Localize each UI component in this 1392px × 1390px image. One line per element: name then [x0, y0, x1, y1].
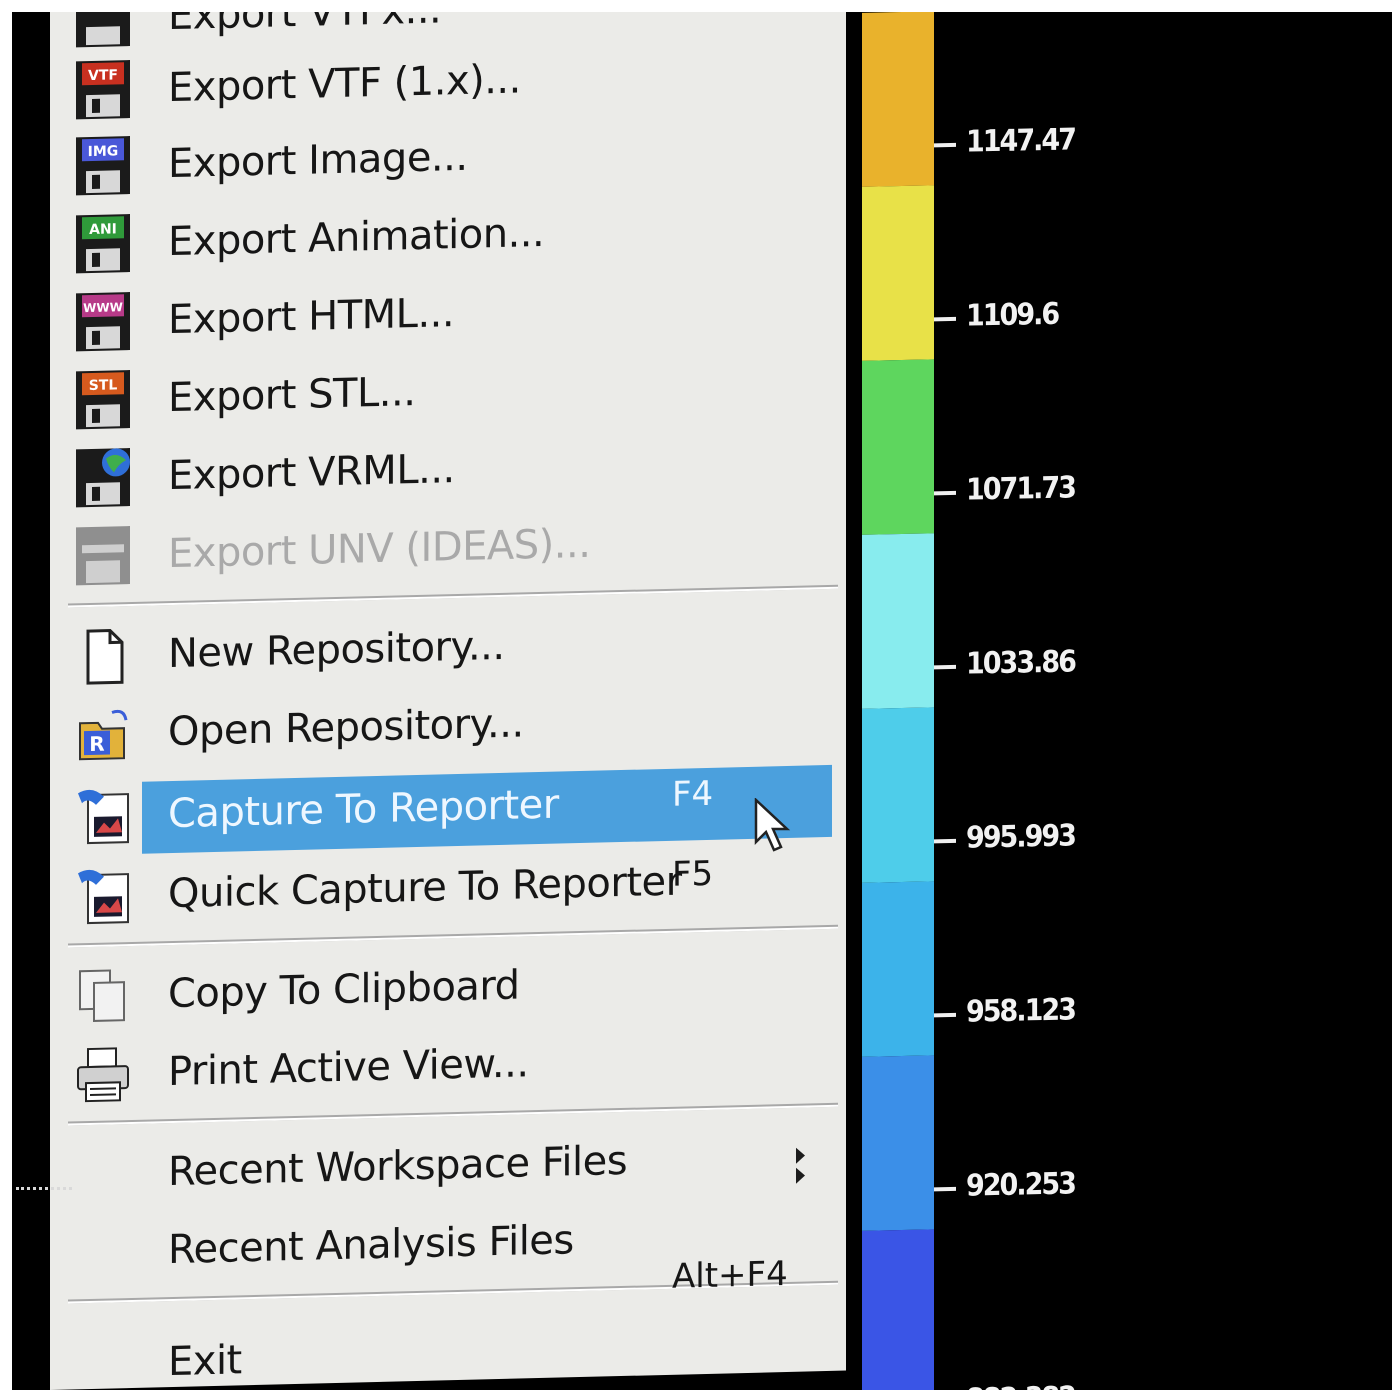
legend-tick-label: 882.382: [966, 1380, 1075, 1390]
stl-floppy-icon: STL: [76, 370, 130, 430]
legend-tick-mark: [934, 316, 956, 322]
legend-tick-mark: [934, 664, 956, 670]
legend-band: [862, 359, 934, 535]
screen: Export VTFx... VTF Export VTF (1.x)... I…: [12, 12, 1392, 1390]
menu-label: Export UNV (IDEAS)...: [168, 520, 591, 578]
menu-label: Export VTFx...: [168, 12, 442, 40]
svg-text:R: R: [89, 732, 104, 756]
menu-item-recent-workspace-files[interactable]: Recent Workspace Files: [50, 1121, 830, 1212]
menu-item-open-repository[interactable]: R Open Repository...: [50, 681, 830, 772]
legend-tick-mark: [934, 490, 956, 496]
legend-tick-label: 1033.86: [966, 644, 1075, 682]
animation-floppy-icon: ANI: [76, 214, 130, 274]
svg-text:WWW: WWW: [83, 300, 123, 315]
image-floppy-icon: IMG: [76, 136, 130, 196]
file-menu: Export VTFx... VTF Export VTF (1.x)... I…: [50, 12, 846, 1390]
menu-item-copy-to-clipboard[interactable]: Copy To Clipboard: [50, 943, 830, 1034]
menu-label: Print Active View...: [168, 1040, 529, 1096]
capture-reporter-icon: [78, 789, 129, 845]
legend-band: [862, 533, 934, 709]
printer-icon: [77, 1047, 129, 1103]
menu-shortcut: F5: [672, 853, 714, 895]
legend-tick-label: 1109.6: [966, 296, 1059, 334]
menu-item-export-image[interactable]: IMG Export Image...: [50, 113, 830, 204]
menu-shortcut: Alt+F4: [672, 1253, 788, 1297]
legend-band: [862, 881, 934, 1057]
menu-shortcut: F4: [672, 773, 714, 815]
svg-text:ANI: ANI: [89, 221, 117, 238]
menu-label: Export Image...: [168, 133, 468, 188]
quick-capture-reporter-icon: [78, 869, 129, 925]
html-floppy-icon: WWW: [76, 292, 130, 352]
legend-band: [862, 185, 934, 361]
menu-label: New Repository...: [168, 622, 505, 678]
menu-label: Export STL...: [168, 369, 416, 422]
menu-item-exit[interactable]: Exit Alt+F4: [50, 1254, 830, 1386]
menu-item-export-html[interactable]: WWW Export HTML...: [50, 269, 830, 360]
vtfx-floppy-icon: [76, 12, 130, 48]
legend-band: [862, 707, 934, 883]
open-repository-icon: R: [79, 709, 128, 761]
legend-tick-mark: [934, 838, 956, 844]
svg-text:VTF: VTF: [88, 67, 118, 84]
submenu-arrow-icon: [796, 1167, 805, 1184]
menu-item-export-stl[interactable]: STL Export STL...: [50, 347, 830, 438]
menu-item-capture-to-reporter[interactable]: Capture To Reporter F4: [50, 763, 832, 854]
menu-label: Recent Workspace Files: [168, 1137, 628, 1196]
dotted-line: [16, 1187, 72, 1190]
menu-label: Copy To Clipboard: [168, 962, 520, 1018]
legend-tick-mark: [934, 142, 956, 148]
legend-band: [862, 1229, 934, 1390]
unv-floppy-icon: [76, 526, 130, 586]
menu-label: Export Animation...: [168, 209, 545, 266]
menu-item-quick-capture-to-reporter[interactable]: Quick Capture To Reporter F5: [50, 843, 830, 934]
menu-item-print-active-view[interactable]: Print Active View...: [50, 1021, 830, 1112]
svg-text:IMG: IMG: [88, 143, 119, 160]
menu-item-export-vrml[interactable]: Export VRML...: [50, 425, 830, 516]
legend-band: [862, 12, 934, 187]
legend-tick-mark: [934, 1012, 956, 1018]
legend-tick-label: 920.253: [966, 1166, 1075, 1204]
menu-label: Exit: [168, 1337, 242, 1386]
copy-icon: [79, 969, 125, 1022]
menu-item-export-unv[interactable]: Export UNV (IDEAS)...: [50, 503, 830, 594]
legend-tick-label: 995.993: [966, 818, 1075, 856]
mouse-cursor-icon: [754, 798, 791, 852]
menu-label: Open Repository...: [168, 700, 524, 756]
menu-label: Capture To Reporter: [168, 781, 559, 838]
legend-tick-mark: [934, 1186, 956, 1192]
menu-label: Export VTF (1.x)...: [168, 56, 521, 112]
new-document-icon: [86, 629, 124, 685]
svg-text:STL: STL: [89, 377, 118, 394]
menu-label: Export HTML...: [168, 290, 455, 344]
menu-label: Export VRML...: [168, 446, 455, 500]
submenu-arrow-icon: [796, 1147, 805, 1164]
menu-label: Recent Analysis Files: [168, 1217, 574, 1274]
menu-item-new-repository[interactable]: New Repository...: [50, 603, 830, 694]
menu-label: Quick Capture To Reporter: [168, 858, 682, 918]
legend-tick-label: 1071.73: [966, 470, 1075, 508]
vtf-floppy-icon: VTF: [76, 60, 130, 120]
legend-tick-label: 958.123: [966, 992, 1075, 1030]
legend-band: [862, 1055, 934, 1231]
vrml-floppy-icon: [76, 448, 130, 508]
menu-item-export-animation[interactable]: ANI Export Animation...: [50, 191, 830, 282]
color-legend: 1147.47 1109.6 1071.73 1033.86 995.993 958.12…: [862, 12, 1075, 1390]
legend-tick-label: 1147.47: [966, 122, 1075, 160]
